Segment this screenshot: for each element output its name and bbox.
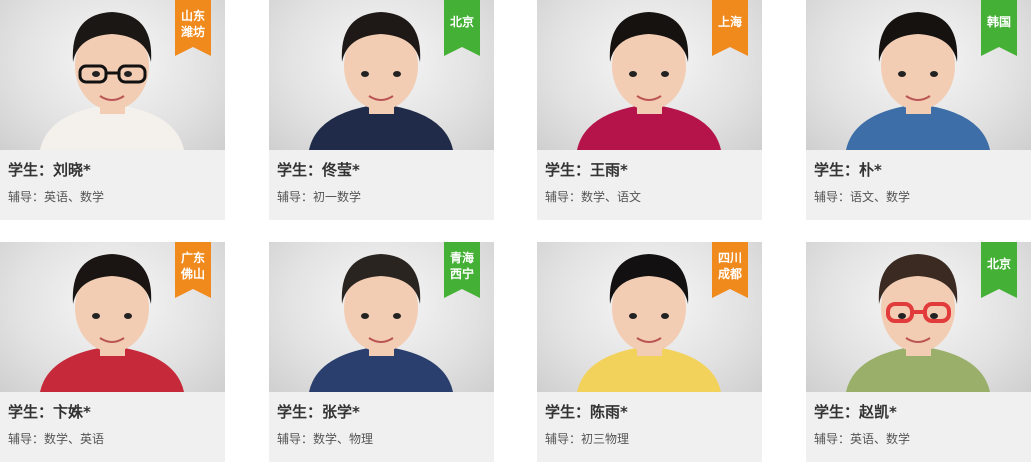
student-photo[interactable]: 山东 潍坊 <box>0 0 225 150</box>
student-info: 学生：朴* 辅导：语文、数学 <box>806 150 1031 220</box>
student-info: 学生：卞姝* 辅导：数学、英语 <box>0 392 225 462</box>
student-photo[interactable]: 广东 佛山 <box>0 242 225 392</box>
student-card[interactable]: 韩国学生：朴* 辅导：语文、数学 <box>806 0 1031 220</box>
student-subjects: 辅导：初一数学 <box>277 190 362 204</box>
student-info: 学生：陈雨* 辅导：初三物理 <box>537 392 762 462</box>
location-text: 广东 <box>180 251 205 265</box>
student-name: 学生：佟莹* <box>277 161 360 179</box>
location-text: 上海 <box>717 15 742 29</box>
student-name: 学生：朴* <box>814 161 882 179</box>
student-gallery: 山东 潍坊 学生：刘晓* 辅导：英语、数学 北京 学生：佟莹* 辅导：初一数学 上海 学生：王雨… <box>0 0 1031 462</box>
location-text: 青海 <box>449 251 474 265</box>
student-subjects: 辅导：数学、语文 <box>545 190 642 204</box>
student-photo[interactable]: 青海 西宁 <box>269 242 494 392</box>
student-photo[interactable]: 北京 <box>806 242 1031 392</box>
location-text: 西宁 <box>449 267 474 281</box>
location-text: 潍坊 <box>180 25 205 39</box>
location-text: 韩国 <box>986 15 1011 29</box>
student-name: 学生：陈雨* <box>545 403 628 421</box>
student-info: 学生：刘晓* 辅导：英语、数学 <box>0 150 225 220</box>
location-text: 山东 <box>180 9 205 23</box>
student-card[interactable]: 北京学生：佟莹* 辅导：初一数学 <box>269 0 494 220</box>
student-card[interactable]: 上海学生：王雨* 辅导：数学、语文 <box>537 0 762 220</box>
student-info: 学生：张学* 辅导：数学、物理 <box>269 392 494 462</box>
student-card[interactable]: 北京学生：赵凯* 辅导：英语、数学 <box>806 242 1031 462</box>
student-card[interactable]: 山东潍坊学生：刘晓* 辅导：英语、数学 <box>0 0 225 220</box>
student-subjects: 辅导：语文、数学 <box>814 190 911 204</box>
student-subjects: 辅导：初三物理 <box>545 432 630 446</box>
student-card[interactable]: 青海西宁学生：张学* 辅导：数学、物理 <box>269 242 494 462</box>
student-info: 学生：赵凯* 辅导：英语、数学 <box>806 392 1031 462</box>
student-photo[interactable]: 上海 <box>537 0 762 150</box>
location-text: 成都 <box>717 267 742 281</box>
student-photo[interactable]: 北京 <box>269 0 494 150</box>
student-subjects: 辅导：数学、物理 <box>277 432 374 446</box>
student-name: 学生：刘晓* <box>8 161 91 179</box>
student-name: 学生：赵凯* <box>814 403 897 421</box>
student-card[interactable]: 四川成都学生：陈雨* 辅导：初三物理 <box>537 242 762 462</box>
location-text: 佛山 <box>180 267 205 281</box>
student-photo[interactable]: 四川 成都 <box>537 242 762 392</box>
location-text: 四川 <box>717 251 742 265</box>
student-subjects: 辅导：英语、数学 <box>814 432 911 446</box>
student-card[interactable]: 广东佛山学生：卞姝* 辅导：数学、英语 <box>0 242 225 462</box>
student-photo[interactable]: 韩国 <box>806 0 1031 150</box>
student-subjects: 辅导：数学、英语 <box>8 432 105 446</box>
student-name: 学生：张学* <box>277 403 360 421</box>
location-text: 北京 <box>449 15 474 29</box>
student-name: 学生：卞姝* <box>8 403 91 421</box>
student-subjects: 辅导：英语、数学 <box>8 190 105 204</box>
student-info: 学生：佟莹* 辅导：初一数学 <box>269 150 494 220</box>
student-name: 学生：王雨* <box>545 161 628 179</box>
student-info: 学生：王雨* 辅导：数学、语文 <box>537 150 762 220</box>
location-text: 北京 <box>986 257 1011 271</box>
